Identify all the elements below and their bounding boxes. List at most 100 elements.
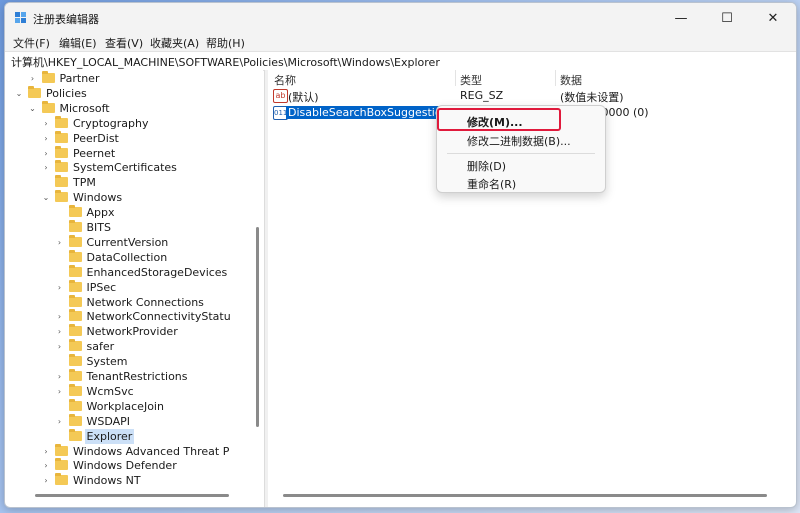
expand-chevron-icon[interactable]: › — [41, 458, 51, 473]
tree-item-label: WcmSvc — [86, 384, 134, 398]
folder-icon — [68, 354, 82, 367]
folder-icon — [41, 71, 55, 83]
expand-chevron-icon[interactable]: ⌄ — [14, 86, 24, 101]
tree-item-label: EnhancedStorageDevices — [86, 265, 228, 279]
tree-horizontal-scrollbar[interactable] — [35, 494, 229, 497]
menu-view[interactable]: 查看(V) — [105, 35, 143, 51]
folder-icon — [41, 100, 55, 113]
tree-item-label: Policies — [46, 86, 87, 100]
folder-icon — [55, 115, 68, 128]
folder-icon — [55, 443, 68, 456]
tree-item-label: IPSec — [86, 280, 117, 294]
menu-file[interactable]: 文件(F) — [13, 35, 50, 51]
tree-item-label: Windows Defender — [73, 459, 177, 473]
tree-item-label: System — [86, 355, 128, 369]
expand-chevron-icon[interactable]: › — [55, 369, 65, 384]
key-tree: › Partner ⌄ Policies ⌄ Microsoft › Cryptography… — [5, 70, 263, 496]
address-path[interactable]: 计算机\HKEY_LOCAL_MACHINE\SOFTWARE\Policies… — [11, 54, 440, 70]
menu-separator — [447, 153, 595, 154]
folder-icon — [55, 175, 68, 188]
tree-item-label: NetworkConnectivityStatu — [86, 310, 231, 324]
expand-chevron-icon[interactable]: › — [41, 116, 51, 131]
menu-item-modify-binary[interactable]: 修改二进制数据(B)... — [467, 133, 571, 149]
expand-chevron-icon[interactable]: ⌄ — [41, 190, 51, 205]
tree-item-label: Appx — [86, 206, 115, 220]
tree-item-label: safer — [86, 340, 115, 354]
folder-icon — [68, 428, 82, 441]
menu-item-rename[interactable]: 重命名(R) — [467, 176, 516, 192]
folder-icon — [68, 294, 82, 307]
menu-help[interactable]: 帮助(H) — [206, 35, 245, 51]
window-title: 注册表编辑器 — [33, 13, 99, 26]
folder-icon — [68, 339, 82, 352]
tree-vertical-scrollbar[interactable] — [256, 227, 259, 427]
tree-item-label: Windows Advanced Threat P — [73, 444, 230, 458]
column-header-type[interactable]: 类型 — [460, 72, 482, 88]
value-type: REG_SZ — [460, 89, 504, 102]
tree-item-label: Cryptography — [73, 116, 149, 130]
expand-chevron-icon[interactable]: ⌄ — [28, 101, 38, 116]
string-value-icon: ab — [273, 89, 288, 103]
folder-icon — [68, 249, 82, 262]
registry-editor-icon — [15, 12, 26, 23]
expand-chevron-icon[interactable]: › — [41, 473, 51, 488]
folder-icon — [68, 309, 82, 322]
tree-item-label: BITS — [86, 221, 112, 234]
highlight-annotation-box — [437, 108, 561, 131]
menu-edit[interactable]: 编辑(E) — [59, 35, 97, 51]
column-divider[interactable] — [555, 70, 556, 86]
tree-item-label: Partner — [59, 72, 100, 85]
tree-item-label: DataCollection — [86, 250, 168, 264]
folder-icon — [68, 234, 82, 247]
tree-item-label: Microsoft — [59, 101, 110, 115]
folder-icon — [55, 190, 68, 203]
menu-bar: 文件(F) 编辑(E) 查看(V) 收藏夹(A) 帮助(H) — [5, 33, 796, 51]
value-row-default[interactable]: ab (默认) REG_SZ (数值未设置) — [268, 88, 796, 104]
address-bar[interactable]: 计算机\HKEY_LOCAL_MACHINE\SOFTWARE\Policies… — [5, 51, 796, 71]
folder-icon — [55, 145, 68, 158]
folder-icon — [68, 324, 82, 337]
column-divider[interactable] — [455, 70, 456, 86]
folder-icon — [28, 85, 41, 98]
expand-chevron-icon[interactable]: › — [55, 414, 65, 429]
folder-icon — [68, 398, 82, 411]
tree-item-label: WorkplaceJoin — [86, 399, 164, 413]
tree-item-label: PeerDist — [73, 131, 119, 145]
expand-chevron-icon[interactable]: › — [41, 131, 51, 146]
menu-favorites[interactable]: 收藏夹(A) — [150, 35, 199, 51]
folder-icon — [68, 205, 82, 218]
maximize-button[interactable]: ☐ — [704, 3, 750, 33]
expand-chevron-icon[interactable]: › — [55, 235, 65, 250]
expand-chevron-icon[interactable]: › — [41, 444, 51, 459]
tree-item-label: Peernet — [73, 146, 116, 160]
column-header-name[interactable]: 名称 — [274, 72, 296, 88]
tree-item-label: Windows — [73, 191, 123, 205]
tree-item-label: CurrentVersion — [86, 235, 169, 249]
folder-icon — [55, 458, 68, 471]
expand-chevron-icon[interactable]: › — [55, 384, 65, 399]
close-button[interactable]: ✕ — [750, 3, 796, 33]
tree-item-label: Windows NT — [73, 474, 141, 488]
folder-icon — [68, 369, 82, 381]
expand-chevron-icon[interactable]: › — [28, 71, 38, 86]
column-header-data[interactable]: 数据 — [560, 72, 582, 88]
minimize-button[interactable]: — — [658, 3, 704, 33]
expand-chevron-icon[interactable]: › — [41, 146, 51, 161]
expand-chevron-icon[interactable]: › — [55, 280, 65, 295]
expand-chevron-icon[interactable]: › — [55, 324, 65, 339]
list-horizontal-scrollbar[interactable] — [283, 494, 767, 497]
regedit-window: 注册表编辑器 — ☐ ✕ 文件(F) 编辑(E) 查看(V) 收藏夹(A) 帮助… — [4, 2, 797, 508]
tree-item-label: NetworkProvider — [86, 325, 178, 339]
expand-chevron-icon[interactable]: › — [55, 339, 65, 354]
tree-item-label: Explorer — [84, 428, 135, 444]
menu-item-delete[interactable]: 删除(D) — [467, 158, 506, 174]
folder-icon — [68, 264, 82, 277]
expand-chevron-icon[interactable]: › — [55, 309, 65, 324]
title-bar[interactable]: 注册表编辑器 — ☐ ✕ — [5, 3, 796, 33]
tree-item-label: TenantRestrictions — [86, 370, 188, 383]
value-data: (数值未设置) — [560, 91, 624, 104]
tree-item-label: TPM — [73, 176, 96, 190]
tree-item-label: SystemCertificates — [73, 161, 177, 175]
tree-item-label: Network Connections — [86, 295, 204, 309]
expand-chevron-icon[interactable]: › — [41, 160, 51, 175]
